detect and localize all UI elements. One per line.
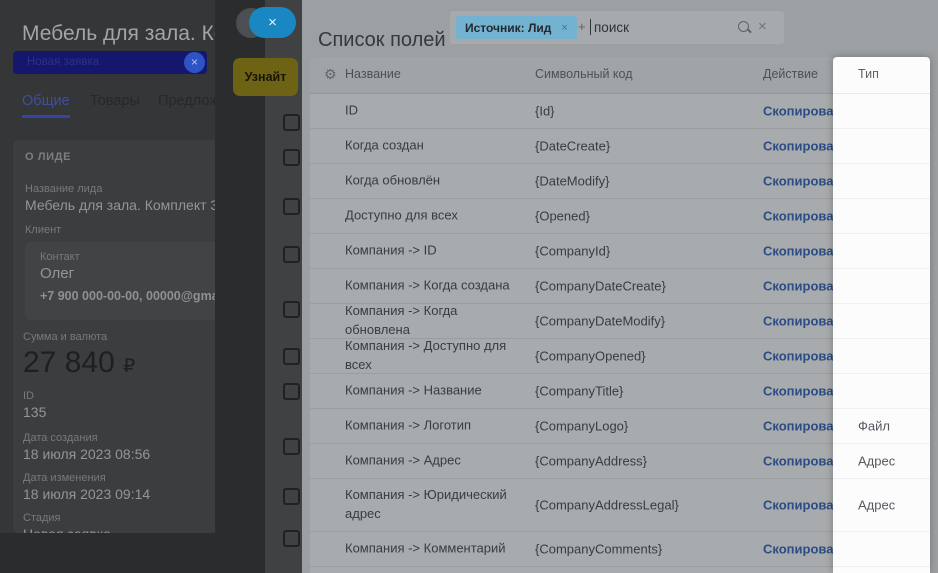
row-checkbox[interactable] bbox=[283, 301, 300, 318]
close-icon: × bbox=[268, 14, 277, 31]
row-checkbox[interactable] bbox=[283, 530, 300, 547]
type-cell bbox=[833, 234, 930, 269]
promo-button[interactable]: Узнайт bbox=[233, 58, 298, 96]
field-code-cell: {CompanyTitle} bbox=[535, 383, 624, 399]
field-name-cell: Доступно для всех bbox=[345, 207, 458, 223]
field-name-cell: Компания -> Логотип bbox=[345, 417, 472, 433]
field-name-cell: Компания -> Доступно для всех bbox=[345, 338, 507, 372]
modified-value: 18 июля 2023 09:14 bbox=[23, 486, 151, 502]
field-name-cell: Когда создан bbox=[345, 137, 424, 153]
section-title: О ЛИДЕ bbox=[25, 151, 72, 163]
text-caret bbox=[590, 19, 591, 35]
field-code-cell: {Id} bbox=[535, 103, 555, 119]
type-cell: Адрес bbox=[833, 444, 930, 479]
id-label: ID bbox=[23, 390, 34, 402]
field-code-cell: {CompanyAddressLegal} bbox=[535, 497, 679, 513]
row-checkbox[interactable] bbox=[283, 198, 300, 215]
tag-remove-icon[interactable]: × bbox=[561, 22, 567, 34]
filter-tag[interactable]: Источник: Лид × bbox=[456, 16, 577, 39]
created-label: Дата создания bbox=[23, 432, 98, 444]
lead-stage-bar[interactable]: Новая заявка × bbox=[13, 51, 207, 74]
row-checkbox[interactable] bbox=[283, 114, 300, 131]
type-cell: Адрес bbox=[833, 479, 930, 532]
row-checkbox[interactable] bbox=[283, 488, 300, 505]
field-code-cell: {CompanyComments} bbox=[535, 541, 663, 557]
modal-title: Список полей bbox=[318, 28, 446, 51]
type-column-spotlight: Тип Файл Адрес Адрес bbox=[833, 57, 930, 573]
lead-name-value: Мебель для зала. Комплект 345 bbox=[25, 197, 234, 213]
type-cell bbox=[833, 94, 930, 129]
lead-detail-panel: Мебель для зала. Ком Новая заявка × Общи… bbox=[0, 0, 265, 573]
row-checkbox[interactable] bbox=[283, 246, 300, 263]
field-code-cell: {DateCreate} bbox=[535, 138, 611, 154]
screen: Мебель для зала. Ком Новая заявка × Общи… bbox=[0, 0, 938, 573]
client-label: Клиент bbox=[25, 224, 62, 236]
field-name-cell: Компания -> Комментарий bbox=[345, 540, 506, 556]
tab-general[interactable]: Общие bbox=[22, 93, 70, 118]
field-name-cell: Компания -> Когда обновлена bbox=[345, 303, 458, 337]
type-column-rows: Файл Адрес Адрес bbox=[833, 94, 930, 567]
search-input[interactable]: поиск bbox=[594, 20, 629, 35]
field-name-cell: ID bbox=[345, 102, 358, 118]
search-plus-sign: + bbox=[578, 19, 586, 34]
type-value: Адрес bbox=[858, 497, 896, 513]
clear-search-icon[interactable]: × bbox=[758, 18, 767, 35]
filter-tag-label: Источник: Лид bbox=[465, 20, 552, 35]
field-name-cell: Компания -> Когда создана bbox=[345, 277, 510, 293]
field-name-cell: Компания -> Название bbox=[345, 382, 482, 398]
type-cell: Файл bbox=[833, 409, 930, 444]
stage-bar-label: Новая заявка bbox=[27, 56, 100, 68]
type-value: Файл bbox=[858, 418, 890, 434]
col-name-header: Название bbox=[345, 67, 401, 81]
type-cell bbox=[833, 269, 930, 304]
stage-close-icon[interactable]: × bbox=[184, 52, 205, 73]
field-name-cell: Компания -> Юридический адрес bbox=[345, 487, 507, 521]
type-cell bbox=[833, 164, 930, 199]
field-name-cell: Когда обновлён bbox=[345, 172, 441, 188]
type-cell bbox=[833, 532, 930, 567]
contact-name[interactable]: Олег bbox=[40, 265, 74, 282]
modified-label: Дата изменения bbox=[23, 472, 106, 484]
modal-close-button[interactable]: × bbox=[249, 7, 296, 38]
type-value: Адрес bbox=[858, 453, 896, 469]
lead-name-label: Название лида bbox=[25, 183, 103, 195]
col-type-header: Тип bbox=[833, 57, 930, 94]
row-checkbox[interactable] bbox=[283, 149, 300, 166]
field-name-cell: Компания -> Адрес bbox=[345, 452, 461, 468]
created-value: 18 июля 2023 08:56 bbox=[23, 446, 151, 462]
field-code-cell: {CompanyOpened} bbox=[535, 348, 646, 364]
field-code-cell: {CompanyLogo} bbox=[535, 418, 629, 434]
field-code-cell: {CompanyId} bbox=[535, 243, 611, 259]
currency-sign: ₽ bbox=[123, 356, 136, 377]
search-bar[interactable]: Источник: Лид × + поиск × bbox=[450, 11, 784, 44]
row-checkbox[interactable] bbox=[283, 438, 300, 455]
type-cell bbox=[833, 199, 930, 234]
contact-label: Контакт bbox=[40, 251, 80, 263]
field-code-cell: {CompanyDateCreate} bbox=[535, 278, 666, 294]
tab-products[interactable]: Товары bbox=[90, 93, 140, 109]
field-code-cell: {CompanyDateModify} bbox=[535, 313, 666, 329]
row-checkbox[interactable] bbox=[283, 383, 300, 400]
col-action-header: Действие bbox=[763, 67, 818, 81]
type-cell bbox=[833, 129, 930, 164]
search-icon[interactable] bbox=[738, 21, 749, 32]
field-code-cell: {Opened} bbox=[535, 208, 590, 224]
gear-icon[interactable]: ⚙ bbox=[324, 66, 337, 83]
type-cell bbox=[833, 339, 930, 374]
page-title: Мебель для зала. Ком bbox=[22, 22, 240, 46]
col-code-header: Символьный код bbox=[535, 67, 633, 81]
field-code-cell: {CompanyAddress} bbox=[535, 453, 648, 469]
sum-value: 27 840 ₽ bbox=[23, 346, 136, 379]
type-cell bbox=[833, 374, 930, 409]
row-checkbox[interactable] bbox=[283, 348, 300, 365]
field-code-cell: {DateModify} bbox=[535, 173, 610, 189]
id-value: 135 bbox=[23, 404, 47, 420]
field-name-cell: Компания -> ID bbox=[345, 242, 437, 258]
sum-label: Сумма и валюта bbox=[23, 331, 108, 343]
type-cell bbox=[833, 304, 930, 339]
stage-label: Стадия bbox=[23, 512, 61, 524]
